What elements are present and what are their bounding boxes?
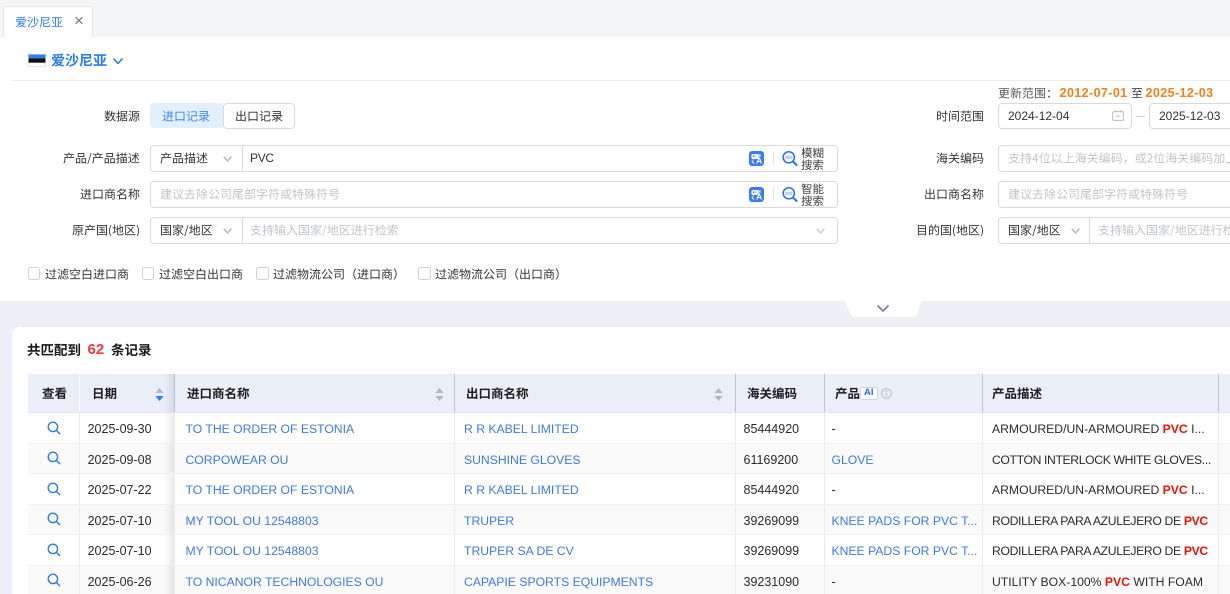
svg-text:A: A [756,156,762,166]
svg-text:A: A [756,192,762,202]
